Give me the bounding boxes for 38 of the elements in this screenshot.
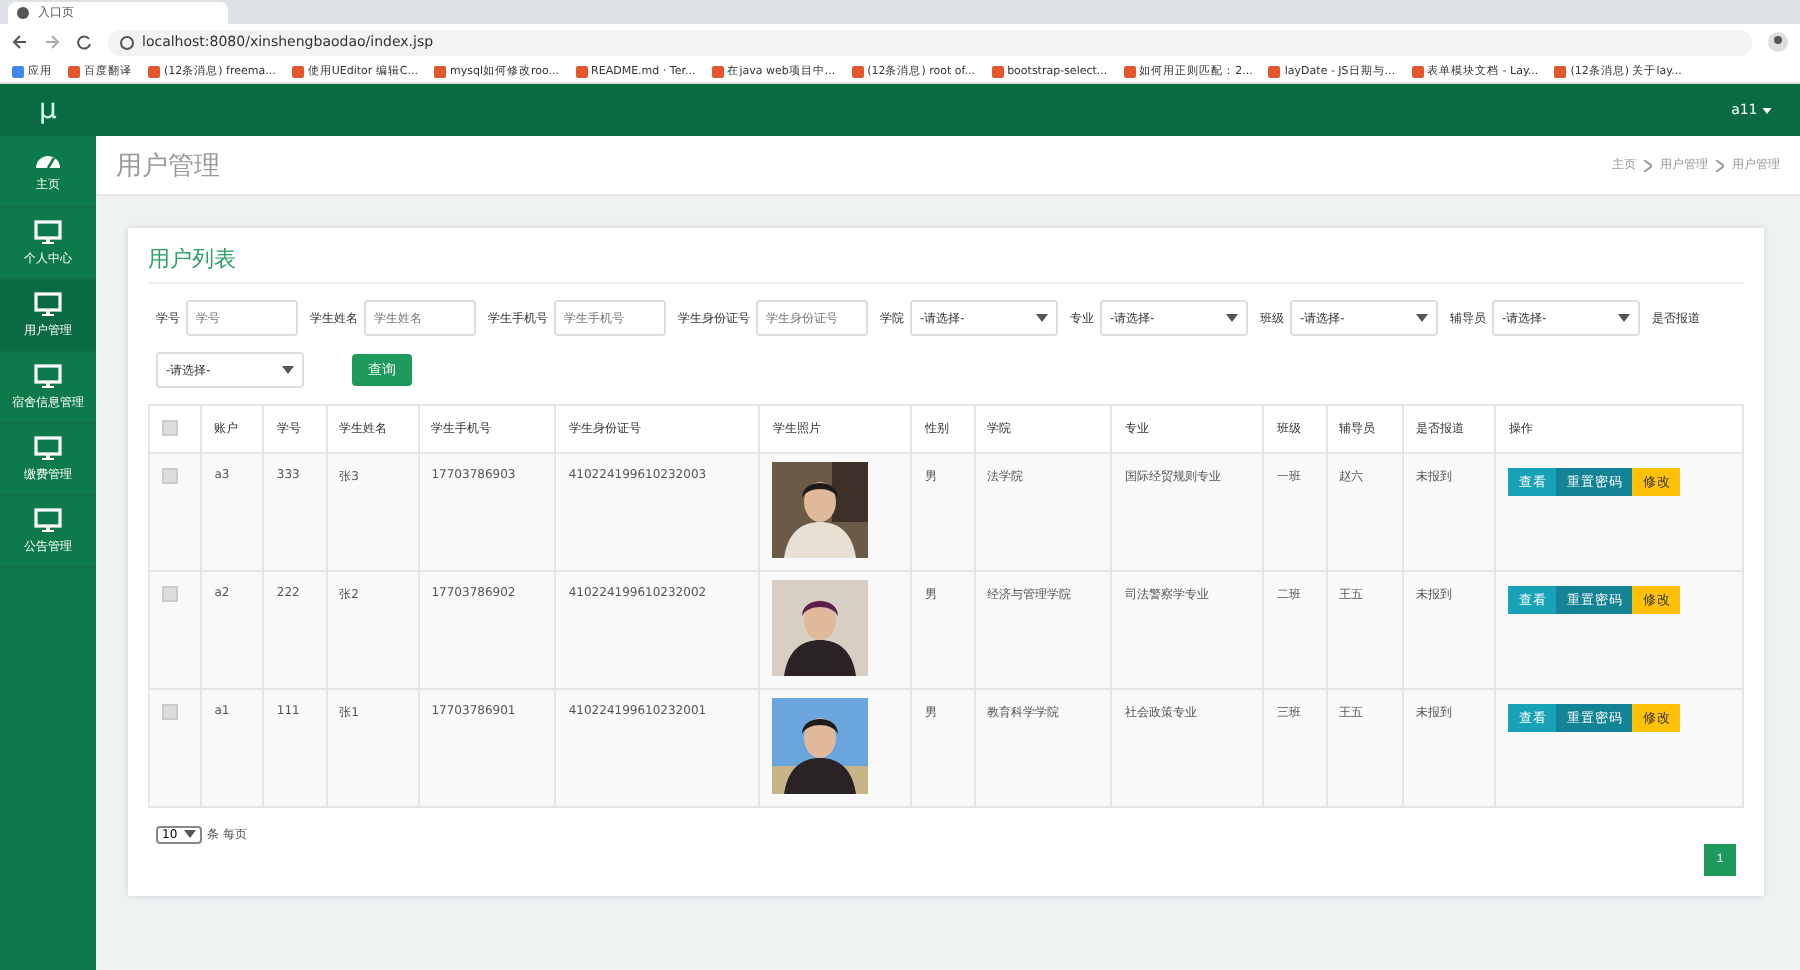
row-checkbox[interactable] (162, 468, 178, 484)
row-checkbox[interactable] (162, 704, 178, 720)
monitor-icon (34, 507, 62, 531)
caret-icon (1618, 314, 1630, 322)
forward-icon[interactable] (44, 34, 60, 50)
caret-icon (1036, 314, 1048, 322)
select-all-checkbox[interactable] (162, 419, 178, 435)
favicon-icon (291, 65, 304, 77)
caret-icon (1416, 314, 1428, 322)
monitor-icon (34, 363, 62, 387)
monitor-icon (34, 291, 62, 315)
favicon-icon (1411, 65, 1424, 77)
caret-icon (1226, 314, 1238, 322)
page-title: 用户管理 (116, 149, 220, 183)
caret-icon (282, 366, 294, 374)
favicon-icon (711, 65, 724, 77)
favicon-icon (68, 65, 80, 77)
caret-icon (1762, 108, 1772, 114)
favicon-icon (1268, 65, 1281, 77)
chevron-icon (1644, 159, 1652, 171)
monitor-icon (34, 435, 62, 459)
reload-icon[interactable] (76, 34, 92, 50)
favicon-icon (1554, 65, 1567, 77)
monitor-icon (34, 219, 62, 243)
favicon-icon (1123, 65, 1136, 77)
back-icon[interactable] (12, 34, 28, 50)
favicon-icon (991, 65, 1004, 77)
favicon-icon (575, 65, 588, 77)
chevron-icon (1716, 159, 1724, 171)
favicon-icon (148, 65, 160, 77)
row-checkbox[interactable] (162, 586, 178, 602)
card-title: 用户列表 (148, 244, 1744, 284)
caret-icon (183, 830, 196, 838)
logo: μ (0, 84, 96, 136)
favicon-icon (12, 65, 24, 77)
favicon-icon (851, 65, 864, 77)
profile-icon[interactable] (1768, 32, 1788, 52)
favicon-icon (434, 65, 446, 77)
